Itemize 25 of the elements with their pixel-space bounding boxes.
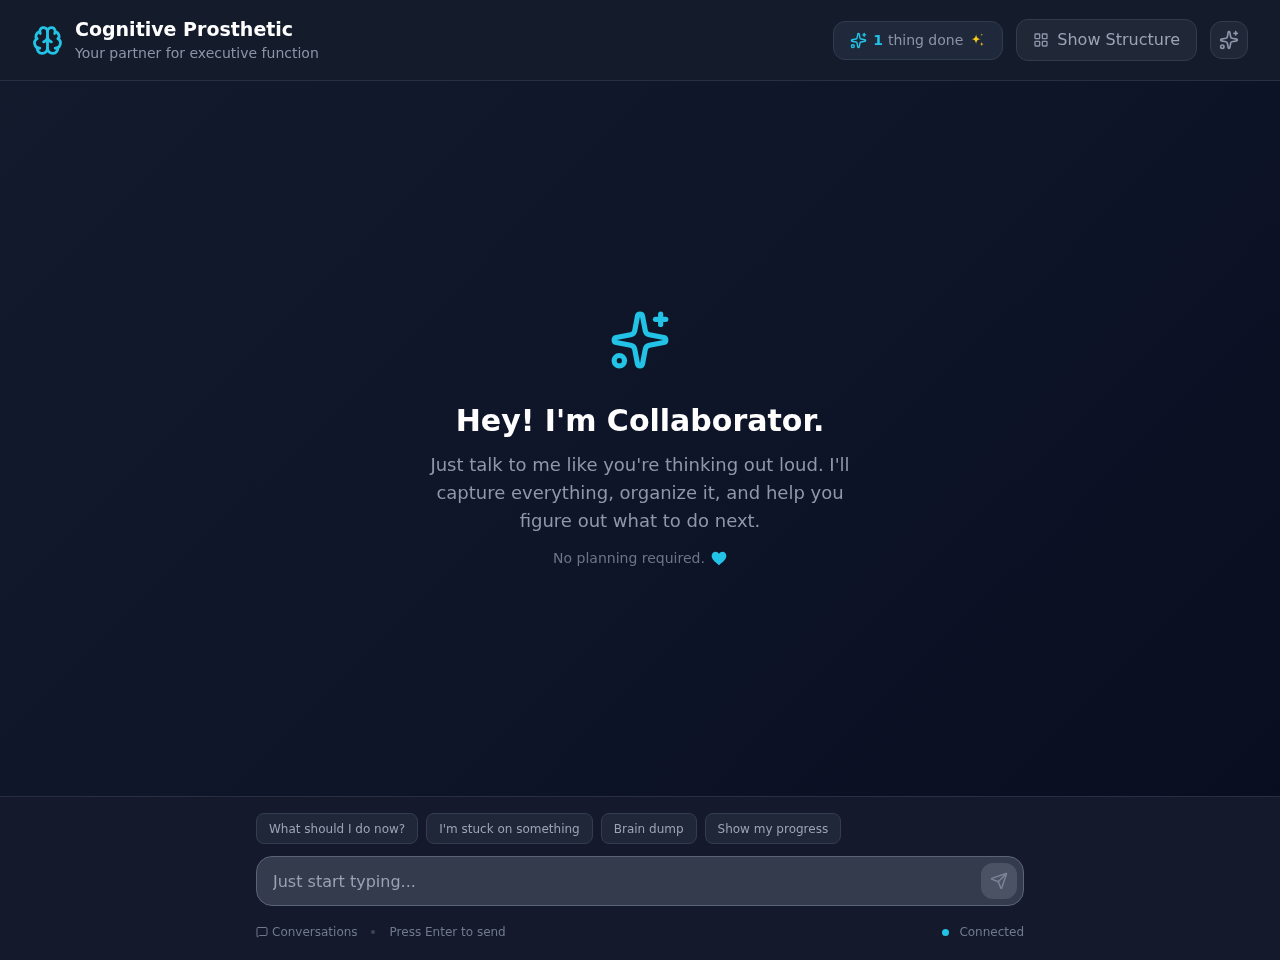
- done-label: thing done: [887, 30, 964, 50]
- welcome-message: Just talk to me like you're thinking out loud. I'll capture everything, organize it, and help you figure out what to do next.: [428, 453, 851, 533]
- app-subtitle: Your partner for executive function: [75, 44, 319, 63]
- message-input[interactable]: Just start typing...: [256, 856, 1024, 906]
- grid-icon: [1033, 32, 1050, 48]
- sparkle-icon: [1219, 30, 1239, 50]
- show-structure-button[interactable]: Show Structure: [1016, 19, 1197, 61]
- connection-status: Connected: [959, 924, 1024, 941]
- sparkle-icon: [850, 31, 868, 49]
- welcome-note: No planning required.: [553, 549, 705, 568]
- sparkle-button[interactable]: [1210, 21, 1248, 59]
- welcome-heading: Hey! I'm Collaborator.: [455, 403, 825, 439]
- sparkle-icon: [609, 309, 671, 371]
- app-title: Cognitive Prosthetic: [75, 17, 295, 41]
- send-icon: [990, 872, 1008, 890]
- suggestion-chip[interactable]: Brain dump: [600, 813, 697, 844]
- suggestion-chip[interactable]: I'm stuck on something: [426, 813, 593, 844]
- suggestion-chip[interactable]: What should I do now?: [256, 813, 419, 844]
- brain-icon: [32, 24, 63, 56]
- done-count: 1: [873, 30, 883, 50]
- heart-icon: [710, 550, 727, 566]
- send-hint: Press Enter to send: [389, 924, 506, 941]
- conversations-link[interactable]: Conversations: [256, 923, 358, 941]
- chat-bubble-icon: [256, 926, 268, 938]
- suggestion-chip[interactable]: Show my progress: [704, 813, 842, 844]
